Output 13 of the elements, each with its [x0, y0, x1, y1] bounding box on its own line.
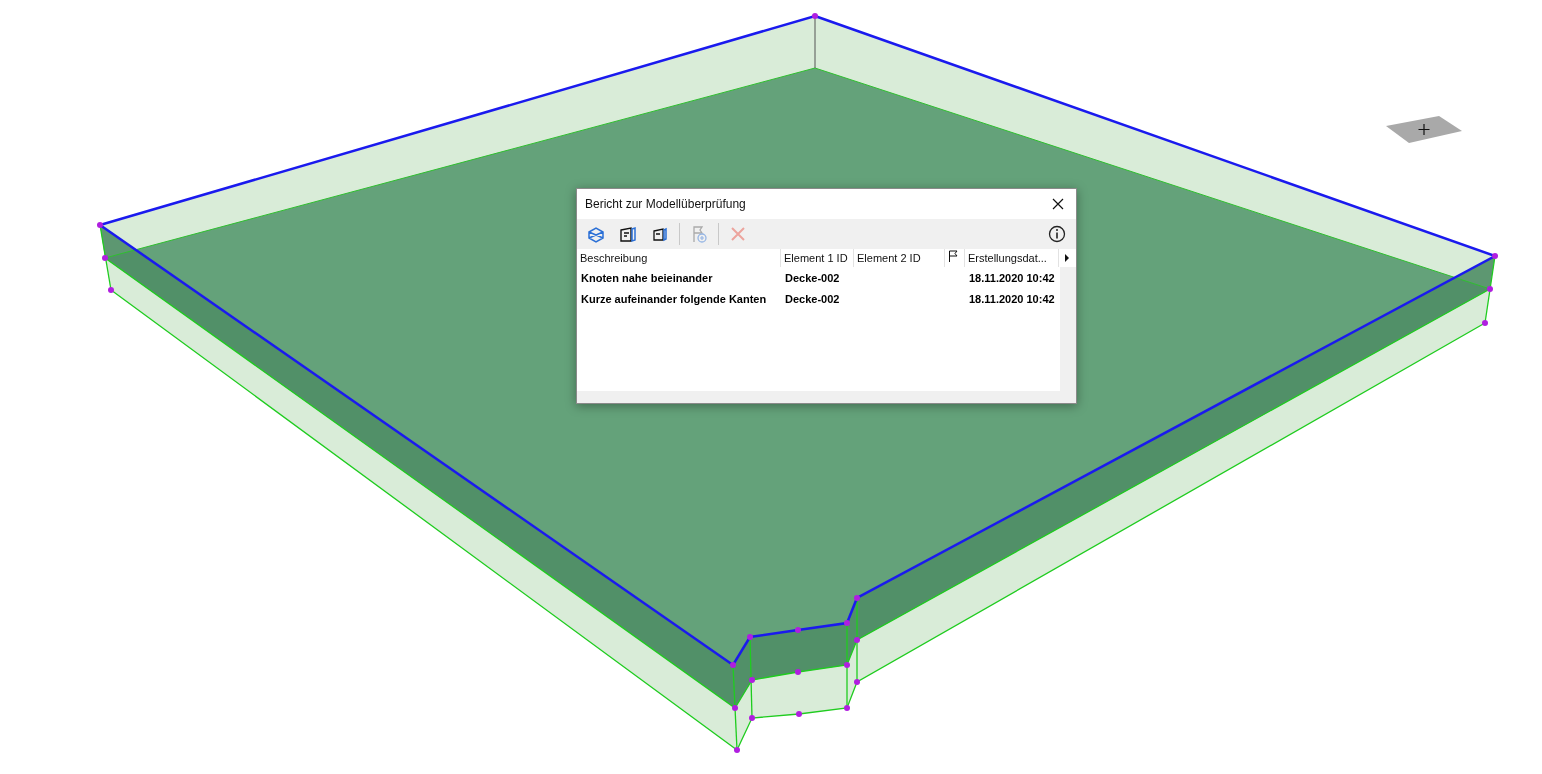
table-cell-text: Decke-002	[784, 292, 841, 305]
dialog-title: Bericht zur Modellüberprüfung	[585, 197, 746, 211]
table-cell-text: Kurze aufeinander folgende Kanten	[580, 292, 768, 305]
vertical-scrollbar[interactable]	[1060, 267, 1076, 391]
table-cell-text: 18.11.2020 10:42	[968, 271, 1056, 284]
column-header[interactable]: Erstellungsdat...	[965, 249, 1059, 267]
table-cell-text: Decke-002	[784, 271, 841, 284]
column-header[interactable]: Beschreibung	[577, 249, 781, 267]
table-cell-text: Knoten nahe beieinander	[580, 271, 714, 284]
column-header[interactable]: Element 1 ID	[781, 249, 854, 267]
plane-marker-icon	[1386, 116, 1462, 143]
column-header[interactable]: Element 2 ID	[854, 249, 945, 267]
table-cell-text: 18.11.2020 10:42	[968, 292, 1056, 305]
